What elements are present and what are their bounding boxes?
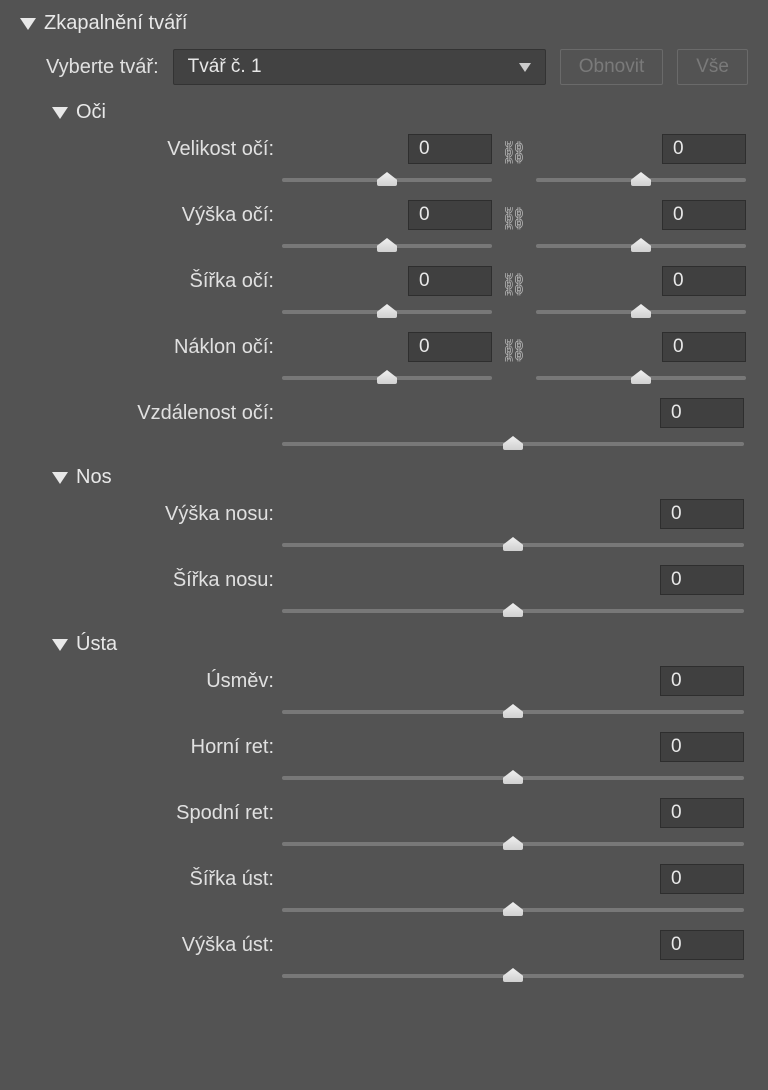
mouth-smile-slider[interactable] [282, 704, 744, 720]
lower-lip-input[interactable] [660, 798, 744, 828]
link-icon[interactable]: ⛓ [500, 338, 528, 364]
mouth-height-input[interactable] [660, 930, 744, 960]
label-nose-height: Výška nosu: [52, 499, 282, 526]
row-eye-height: Výška očí: ⛓ [52, 200, 748, 254]
all-button[interactable]: Vše [677, 49, 748, 85]
row-nose-height: Výška nosu: [52, 499, 748, 553]
label-nose-width: Šířka nosu: [52, 565, 282, 592]
eye-width-left-input[interactable] [408, 266, 492, 296]
eye-tilt-right-slider[interactable] [536, 370, 746, 386]
label-eye-distance: Vzdálenost očí: [52, 398, 282, 425]
section-mouth-header[interactable]: Ústa [52, 633, 748, 656]
eye-width-left-slider[interactable] [282, 304, 492, 320]
upper-lip-input[interactable] [660, 732, 744, 762]
section-mouth-title: Ústa [76, 633, 117, 656]
section-eyes-title: Oči [76, 101, 106, 124]
row-mouth-width: Šířka úst: [52, 864, 748, 918]
label-lower-lip: Spodní ret: [52, 798, 282, 825]
label-upper-lip: Horní ret: [52, 732, 282, 759]
eye-height-left-input[interactable] [408, 200, 492, 230]
eye-size-left-col [282, 134, 492, 188]
link-icon[interactable]: ⛓ [500, 140, 528, 166]
eye-height-left-slider[interactable] [282, 238, 492, 254]
link-icon[interactable]: ⛓ [500, 206, 528, 232]
nose-height-col [282, 499, 748, 553]
eye-width-right-slider[interactable] [536, 304, 746, 320]
face-select-dropdown[interactable]: Tvář č. 1 [173, 49, 546, 85]
lower-lip-slider[interactable] [282, 836, 744, 852]
eye-height-right-slider[interactable] [536, 238, 746, 254]
eye-distance-slider[interactable] [282, 436, 744, 452]
nose-height-input[interactable] [660, 499, 744, 529]
eye-size-right-col [536, 134, 746, 188]
reset-button[interactable]: Obnovit [560, 49, 663, 85]
label-mouth-smile: Úsměv: [52, 666, 282, 693]
mouth-smile-input[interactable] [660, 666, 744, 696]
section-eyes: Oči Velikost očí: ⛓ Výška očí: ⛓ Šířka o… [52, 101, 748, 452]
row-eye-width: Šířka očí: ⛓ [52, 266, 748, 320]
eye-width-left-col [282, 266, 492, 320]
label-mouth-height: Výška úst: [52, 930, 282, 957]
eye-tilt-left-input[interactable] [408, 332, 492, 362]
mouth-height-slider[interactable] [282, 968, 744, 984]
section-eyes-header[interactable]: Oči [52, 101, 748, 124]
chevron-down-icon [52, 472, 68, 484]
upper-lip-slider[interactable] [282, 770, 744, 786]
section-nose: Nos Výška nosu: Šířka nosu: [52, 466, 748, 619]
label-eye-height: Výška očí: [52, 200, 282, 227]
nose-width-input[interactable] [660, 565, 744, 595]
face-select-label: Vyberte tvář: [46, 56, 159, 79]
nose-width-col [282, 565, 748, 619]
panel-header[interactable]: Zkapalnění tváří [20, 12, 748, 35]
label-eye-size: Velikost očí: [52, 134, 282, 161]
row-nose-width: Šířka nosu: [52, 565, 748, 619]
eye-height-right-col [536, 200, 746, 254]
section-nose-title: Nos [76, 466, 112, 489]
mouth-width-col [282, 864, 748, 918]
eye-width-right-input[interactable] [662, 266, 746, 296]
mouth-smile-col [282, 666, 748, 720]
chevron-down-icon [20, 18, 36, 30]
row-lower-lip: Spodní ret: [52, 798, 748, 852]
section-mouth: Ústa Úsměv: Horní ret: Spodní ret: Šířka… [52, 633, 748, 984]
eye-distance-input[interactable] [660, 398, 744, 428]
eye-size-left-input[interactable] [408, 134, 492, 164]
row-eye-tilt: Náklon očí: ⛓ [52, 332, 748, 386]
link-icon[interactable]: ⛓ [500, 272, 528, 298]
label-eye-width: Šířka očí: [52, 266, 282, 293]
lower-lip-col [282, 798, 748, 852]
mouth-height-col [282, 930, 748, 984]
eye-height-left-col [282, 200, 492, 254]
eye-tilt-left-slider[interactable] [282, 370, 492, 386]
mouth-width-slider[interactable] [282, 902, 744, 918]
label-eye-tilt: Náklon očí: [52, 332, 282, 359]
nose-width-slider[interactable] [282, 603, 744, 619]
eye-distance-col [282, 398, 748, 452]
label-mouth-width: Šířka úst: [52, 864, 282, 891]
row-mouth-height: Výška úst: [52, 930, 748, 984]
eye-size-right-slider[interactable] [536, 172, 746, 188]
eye-tilt-left-col [282, 332, 492, 386]
eye-tilt-right-col [536, 332, 746, 386]
nose-height-slider[interactable] [282, 537, 744, 553]
chevron-down-icon [519, 63, 531, 72]
chevron-down-icon [52, 107, 68, 119]
row-upper-lip: Horní ret: [52, 732, 748, 786]
section-nose-header[interactable]: Nos [52, 466, 748, 489]
face-select-value: Tvář č. 1 [188, 56, 262, 78]
eye-height-right-input[interactable] [662, 200, 746, 230]
chevron-down-icon [52, 639, 68, 651]
eye-size-right-input[interactable] [662, 134, 746, 164]
mouth-width-input[interactable] [660, 864, 744, 894]
eye-tilt-right-input[interactable] [662, 332, 746, 362]
upper-lip-col [282, 732, 748, 786]
row-eye-size: Velikost očí: ⛓ [52, 134, 748, 188]
row-eye-distance: Vzdálenost očí: [52, 398, 748, 452]
eye-size-left-slider[interactable] [282, 172, 492, 188]
face-select-row: Vyberte tvář: Tvář č. 1 Obnovit Vše [46, 49, 748, 85]
eye-width-right-col [536, 266, 746, 320]
row-mouth-smile: Úsměv: [52, 666, 748, 720]
panel-title: Zkapalnění tváří [44, 12, 187, 35]
